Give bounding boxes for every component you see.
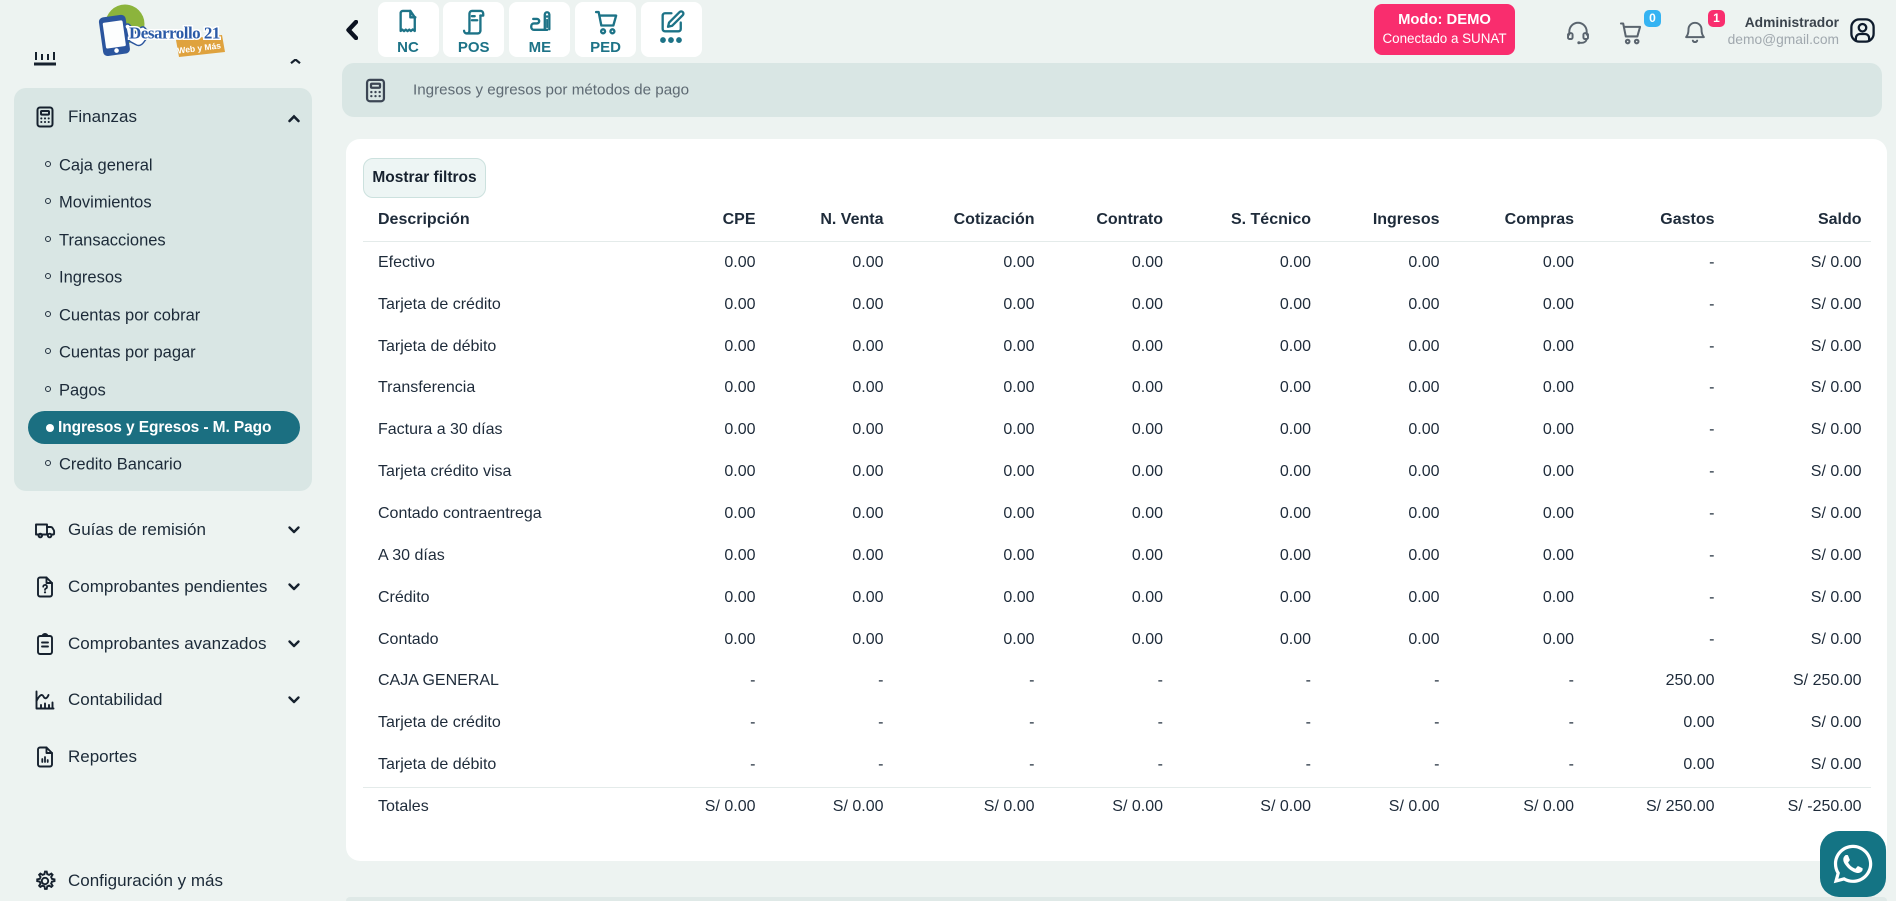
svg-text:Desarrollo 21: Desarrollo 21 bbox=[129, 24, 220, 43]
